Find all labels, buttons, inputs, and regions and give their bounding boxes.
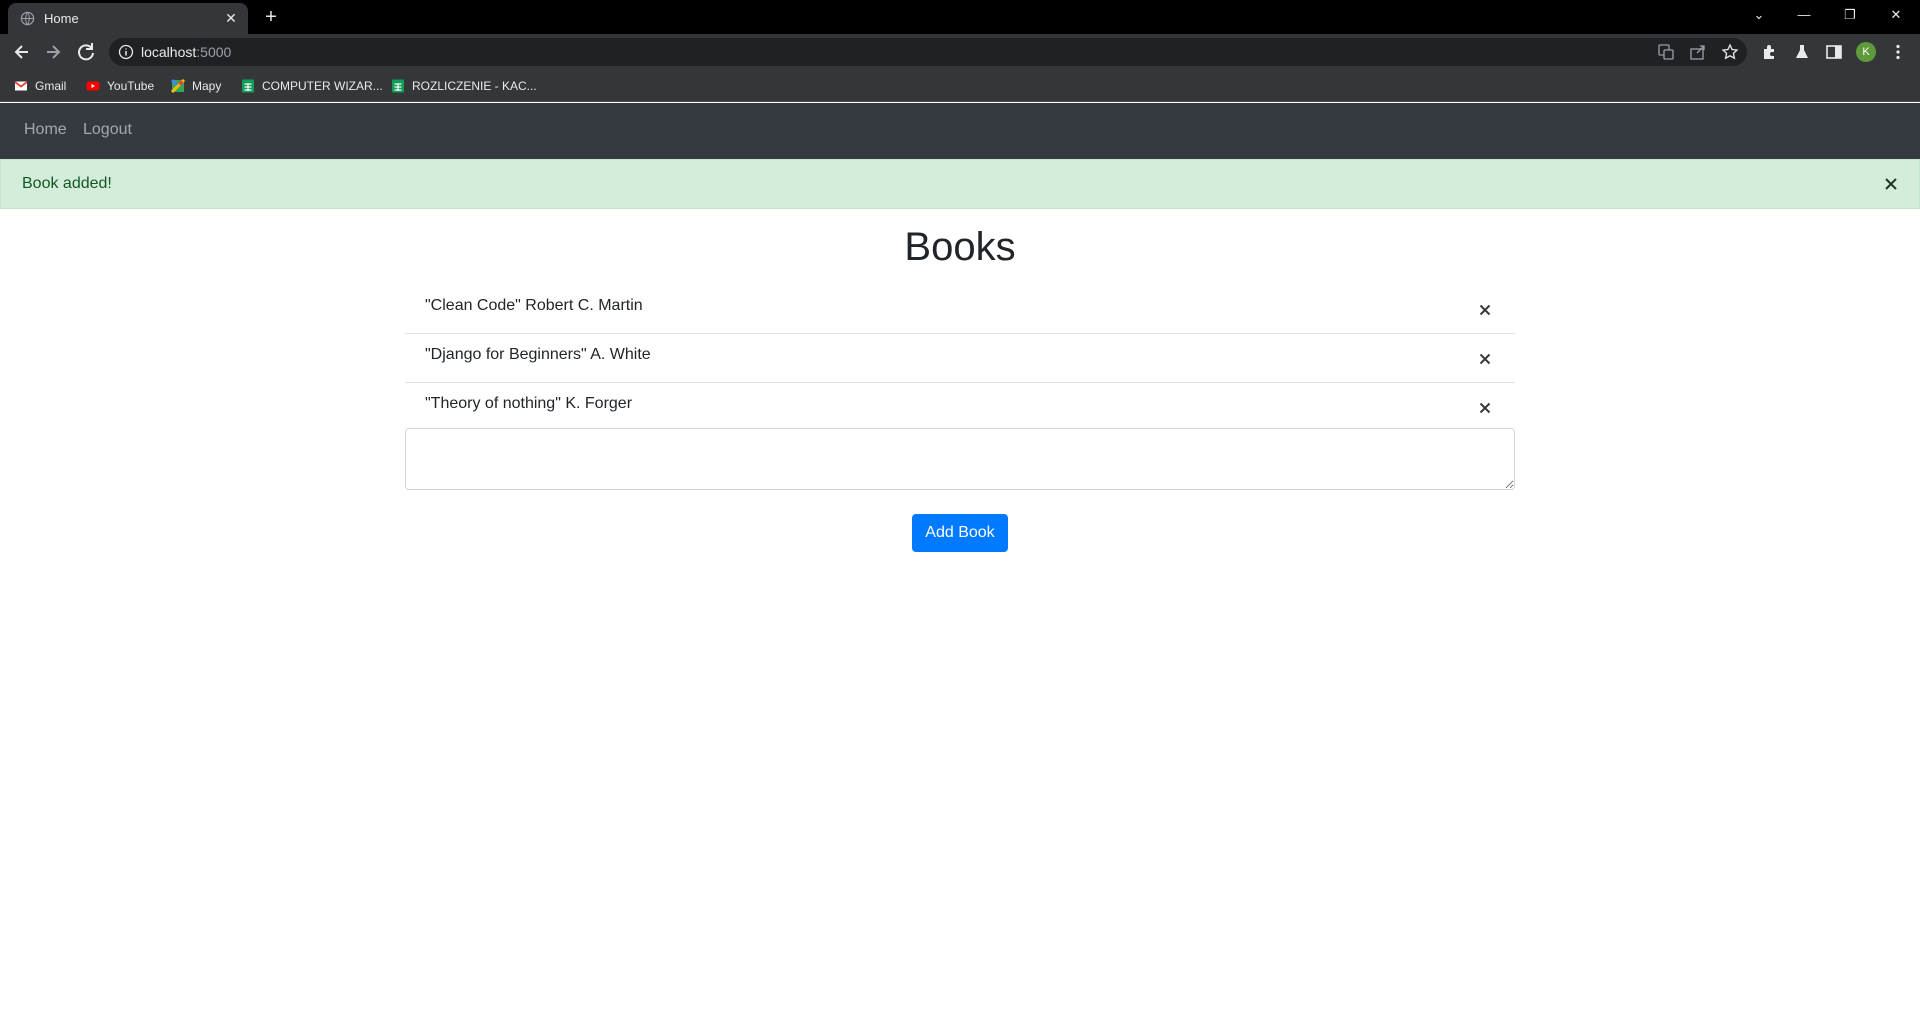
book-textarea[interactable] bbox=[405, 428, 1515, 490]
url-host: localhost bbox=[141, 44, 197, 60]
book-entry: "Theory of nothing" K. Forger bbox=[425, 395, 633, 412]
youtube-icon bbox=[86, 81, 100, 91]
menu-kebab-icon[interactable] bbox=[1888, 42, 1908, 62]
sheets-icon bbox=[242, 79, 254, 93]
bookmark-star-icon[interactable] bbox=[1721, 43, 1739, 61]
tab-close-icon[interactable]: ✕ bbox=[222, 9, 240, 27]
bookmark-youtube[interactable]: YouTube bbox=[86, 78, 154, 94]
success-alert: Book added! bbox=[0, 159, 1920, 209]
forward-icon[interactable] bbox=[40, 39, 66, 65]
app-navbar: Home Logout bbox=[0, 103, 1920, 159]
bookmarks-bar: Gmail YouTube Mapy COMPUTER WIZAR... ROZ… bbox=[0, 70, 1920, 102]
nav-logout-link[interactable]: Logout bbox=[83, 121, 132, 139]
nav-home-link[interactable]: Home bbox=[24, 121, 67, 139]
profile-avatar[interactable]: K bbox=[1856, 42, 1876, 62]
browser-tab[interactable]: Home ✕ bbox=[8, 3, 248, 34]
url-text: localhost:5000 bbox=[141, 44, 231, 60]
book-list-item: "Clean Code" Robert C. Martin bbox=[405, 285, 1515, 334]
gmail-icon bbox=[14, 81, 28, 91]
alert-message: Book added! bbox=[22, 175, 112, 192]
book-list: "Clean Code" Robert C. Martin "Django fo… bbox=[405, 285, 1515, 432]
bookmark-label: Mapy bbox=[192, 79, 222, 93]
book-entry: "Django for Beginners" A. White bbox=[425, 346, 651, 363]
bookmark-label: Gmail bbox=[35, 79, 67, 93]
site-info-icon[interactable] bbox=[118, 44, 134, 60]
close-window-icon[interactable]: ✕ bbox=[1873, 0, 1919, 30]
translate-icon[interactable] bbox=[1657, 43, 1675, 61]
reload-icon[interactable] bbox=[73, 39, 99, 65]
address-bar[interactable]: localhost:5000 bbox=[109, 38, 1747, 66]
url-port: :5000 bbox=[196, 44, 232, 60]
book-list-item: "Theory of nothing" K. Forger bbox=[405, 383, 1515, 432]
share-icon[interactable] bbox=[1689, 43, 1707, 61]
side-panel-icon[interactable] bbox=[1824, 42, 1844, 62]
page-title: Books bbox=[904, 225, 1016, 269]
bookmark-gmail[interactable]: Gmail bbox=[14, 78, 66, 94]
bookmark-mapy[interactable]: Mapy bbox=[171, 78, 221, 94]
delete-book-icon[interactable] bbox=[1475, 300, 1495, 320]
tab-search-icon[interactable]: ⌄ bbox=[1736, 0, 1782, 30]
bookmark-label: COMPUTER WIZAR... bbox=[262, 79, 383, 93]
bookmark-label: YouTube bbox=[107, 79, 155, 93]
bookmark-label: ROZLICZENIE - KAC... bbox=[412, 79, 537, 93]
maps-icon bbox=[171, 79, 185, 93]
book-entry: "Clean Code" Robert C. Martin bbox=[425, 297, 643, 314]
bookmark-computer-wizard[interactable]: COMPUTER WIZAR... bbox=[241, 78, 383, 94]
browser-toolbar: localhost:5000 K bbox=[0, 34, 1920, 70]
book-list-item: "Django for Beginners" A. White bbox=[405, 334, 1515, 383]
extensions-icon[interactable] bbox=[1759, 42, 1779, 62]
tab-title: Home bbox=[44, 11, 79, 26]
delete-book-icon[interactable] bbox=[1475, 349, 1495, 369]
alert-close-icon[interactable] bbox=[1881, 174, 1901, 194]
back-icon[interactable] bbox=[9, 39, 35, 65]
restore-icon[interactable]: ❐ bbox=[1827, 0, 1873, 30]
sheets-icon bbox=[392, 79, 404, 93]
add-book-button[interactable]: Add Book bbox=[912, 514, 1008, 552]
delete-book-icon[interactable] bbox=[1475, 398, 1495, 418]
labs-flask-icon[interactable] bbox=[1792, 42, 1812, 62]
new-tab-button[interactable]: + bbox=[259, 5, 283, 29]
bookmark-rozliczenie[interactable]: ROZLICZENIE - KAC... bbox=[391, 78, 537, 94]
globe-icon bbox=[20, 11, 35, 26]
minimize-icon[interactable]: — bbox=[1781, 0, 1827, 30]
tab-strip: Home ✕ + ⌄ — ❐ ✕ bbox=[0, 0, 1920, 34]
